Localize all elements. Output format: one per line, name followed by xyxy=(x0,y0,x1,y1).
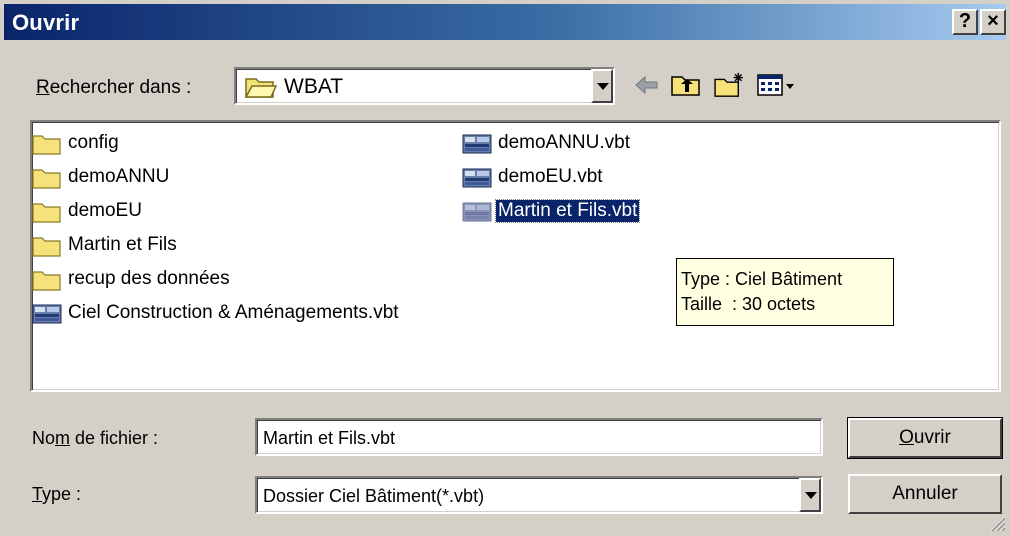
lookin-combobox[interactable]: WBAT xyxy=(234,67,615,105)
tooltip-size: Taille : 30 octets xyxy=(681,294,816,314)
view-menu-icon[interactable] xyxy=(756,72,798,98)
tooltip-type: Type : Ciel Bâtiment xyxy=(681,269,843,289)
up-folder-icon[interactable] xyxy=(670,72,702,98)
open-folder-icon xyxy=(244,78,278,98)
lookin-label: Rechercher dans : xyxy=(36,77,192,98)
vbt-file-icon xyxy=(462,134,492,154)
title-bar[interactable]: Ouvrir ? × xyxy=(4,4,1006,40)
vbt-file-icon xyxy=(462,202,492,222)
filename-value: Martin et Fils.vbt xyxy=(263,428,396,448)
cancel-button[interactable]: Annuler xyxy=(848,474,1002,514)
filetype-combobox[interactable]: Dossier Ciel Bâtiment(*.vbt) xyxy=(255,476,823,514)
back-arrow-icon[interactable] xyxy=(632,72,660,98)
open-button[interactable]: Ouvrir xyxy=(847,417,1003,459)
vbt-file-icon xyxy=(32,304,62,324)
folder-icon xyxy=(32,237,61,257)
dialog-title: Ouvrir xyxy=(12,10,80,35)
file-list[interactable]: config demoANNU demoEU Martin et Fils re… xyxy=(30,120,1001,392)
resize-grip-icon[interactable] xyxy=(986,512,1006,532)
file-info-tooltip: Type : Ciel Bâtiment Taille : 30 octets xyxy=(676,258,894,326)
vbt-file-icon xyxy=(462,168,492,188)
filetype-value: Dossier Ciel Bâtiment(*.vbt) xyxy=(263,486,485,506)
folder-icon xyxy=(32,203,61,223)
new-folder-icon[interactable] xyxy=(712,72,746,98)
filetype-label: Type : xyxy=(32,484,82,504)
help-button[interactable]: ? xyxy=(952,9,978,35)
filename-label: Nom de fichier : xyxy=(32,428,159,448)
filename-input[interactable]: Martin et Fils.vbt xyxy=(255,418,823,456)
lookin-value: WBAT xyxy=(284,75,344,98)
open-dialog: Ouvrir ? × Rechercher dans : WBAT config xyxy=(0,0,1010,536)
lookin-dropdown-button[interactable] xyxy=(591,69,613,103)
folder-icon xyxy=(32,271,61,291)
filetype-dropdown-button[interactable] xyxy=(799,478,821,512)
folder-icon xyxy=(32,169,61,189)
close-button[interactable]: × xyxy=(980,9,1006,35)
folder-icon xyxy=(32,135,61,155)
